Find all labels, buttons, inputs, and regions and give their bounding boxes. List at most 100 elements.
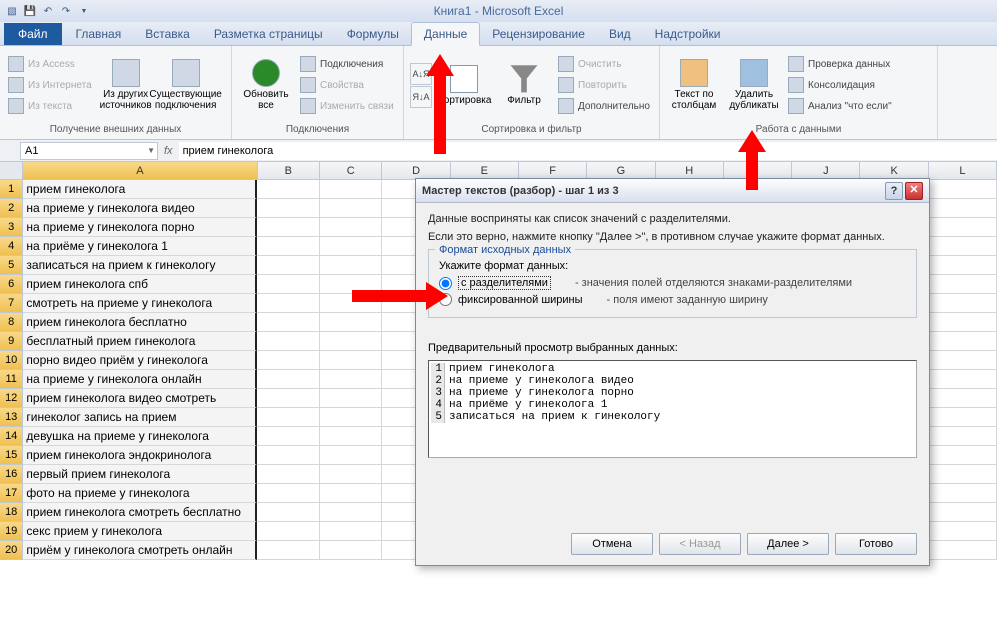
properties-button[interactable]: Свойства [298,75,396,95]
row-header[interactable]: 1 [0,180,23,199]
cell[interactable] [929,465,997,484]
preview-box[interactable]: 1прием гинеколога2на приеме у гинеколога… [428,360,917,458]
cell[interactable] [257,465,319,484]
cell[interactable] [320,351,382,370]
row-header[interactable]: 20 [0,541,23,560]
redo-icon[interactable]: ↷ [58,3,74,19]
cell[interactable] [929,408,997,427]
cell[interactable] [320,408,382,427]
row-header[interactable]: 2 [0,199,23,218]
cell[interactable] [929,484,997,503]
cell[interactable]: на приеме у гинеколога онлайн [23,370,257,389]
cell[interactable] [320,541,382,560]
help-button[interactable]: ? [885,182,903,200]
row-header[interactable]: 5 [0,256,23,275]
finish-button[interactable]: Готово [835,533,917,555]
data-validation-button[interactable]: Проверка данных [786,54,894,74]
cell[interactable] [257,370,319,389]
tab-view[interactable]: Вид [597,23,643,45]
sort-ascending-button[interactable]: А↓Я [410,63,432,85]
cell[interactable]: на приеме у гинеколога порно [23,218,257,237]
cell[interactable]: прием гинеколога эндокринолога [23,446,257,465]
cell[interactable] [257,351,319,370]
sort-button[interactable]: Сортировка [436,52,492,118]
chevron-down-icon[interactable]: ▼ [147,146,155,155]
what-if-button[interactable]: Анализ "что если" [786,96,894,116]
tab-home[interactable]: Главная [64,23,134,45]
column-header[interactable]: H [656,162,724,179]
cell[interactable] [257,332,319,351]
cell[interactable] [257,275,319,294]
tab-formulas[interactable]: Формулы [335,23,411,45]
tab-data[interactable]: Данные [411,22,480,46]
row-header[interactable]: 3 [0,218,23,237]
close-button[interactable]: ✕ [905,182,923,200]
cell[interactable] [257,484,319,503]
cell[interactable] [257,237,319,256]
cell[interactable] [929,522,997,541]
cell[interactable] [320,465,382,484]
back-button[interactable]: < Назад [659,533,741,555]
fx-icon[interactable]: fx [164,145,173,157]
cell[interactable]: на приёме у гинеколога 1 [23,237,257,256]
cell[interactable]: приём у гинеколога смотреть онлайн [23,541,257,560]
sort-descending-button[interactable]: Я↓А [410,86,432,108]
qat-dropdown-icon[interactable]: ▼ [76,3,92,19]
row-header[interactable]: 13 [0,408,23,427]
cell[interactable] [320,427,382,446]
cell[interactable] [257,199,319,218]
cell[interactable] [929,313,997,332]
undo-icon[interactable]: ↶ [40,3,56,19]
row-header[interactable]: 4 [0,237,23,256]
row-header[interactable]: 6 [0,275,23,294]
row-header[interactable]: 8 [0,313,23,332]
cell[interactable] [320,199,382,218]
row-header[interactable]: 15 [0,446,23,465]
row-header[interactable]: 12 [0,389,23,408]
tab-review[interactable]: Рецензирование [480,23,597,45]
cell[interactable] [257,294,319,313]
cell[interactable] [320,484,382,503]
cell[interactable]: порно видео приём у гинеколога [23,351,257,370]
remove-duplicates-button[interactable]: Удалить дубликаты [726,52,782,118]
cell[interactable] [929,370,997,389]
cell[interactable] [929,199,997,218]
cell[interactable] [320,389,382,408]
cell[interactable]: прием гинеколога [23,180,257,199]
cell[interactable] [929,351,997,370]
cell[interactable]: первый прием гинеколога [23,465,257,484]
cell[interactable] [320,218,382,237]
column-header[interactable]: G [587,162,655,179]
cell[interactable]: прием гинеколога спб [23,275,257,294]
advanced-filter-button[interactable]: Дополнительно [556,96,652,116]
cell[interactable] [257,218,319,237]
cell[interactable]: записаться на прием к гинекологу [23,256,257,275]
cell[interactable]: прием гинеколога смотреть бесплатно [23,503,257,522]
radio-delimited[interactable] [439,277,452,290]
row-header[interactable]: 16 [0,465,23,484]
cell[interactable] [929,541,997,560]
from-access-button[interactable]: Из Access [6,54,94,74]
cell[interactable] [320,370,382,389]
cancel-button[interactable]: Отмена [571,533,653,555]
cell[interactable]: прием гинеколога бесплатно [23,313,257,332]
dialog-titlebar[interactable]: Мастер текстов (разбор) - шаг 1 из 3 ? ✕ [416,179,929,203]
cell[interactable] [320,237,382,256]
cell[interactable] [257,313,319,332]
row-header[interactable]: 7 [0,294,23,313]
radio-delimited-label[interactable]: с разделителями [458,276,551,290]
cell[interactable] [257,522,319,541]
cell[interactable] [929,237,997,256]
column-header[interactable]: L [929,162,997,179]
cell[interactable] [929,427,997,446]
cell[interactable] [929,180,997,199]
radio-fixed-width[interactable] [439,293,452,306]
edit-links-button[interactable]: Изменить связи [298,96,396,116]
cell[interactable] [257,541,319,560]
row-header[interactable]: 14 [0,427,23,446]
formula-input[interactable] [179,142,997,160]
existing-connections-button[interactable]: Существующие подключения [158,52,214,118]
row-header[interactable]: 9 [0,332,23,351]
cell[interactable]: фото на приеме у гинеколога [23,484,257,503]
column-header-b[interactable]: B [258,162,320,179]
